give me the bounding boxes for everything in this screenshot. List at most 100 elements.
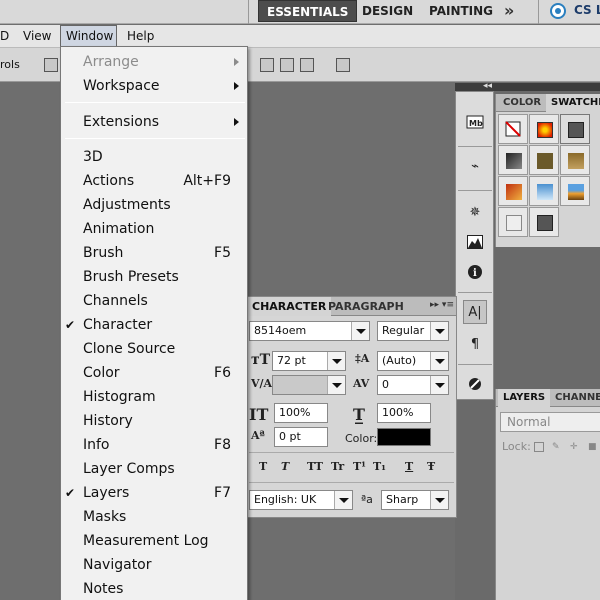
menu-item-color[interactable]: Color F6	[61, 361, 247, 385]
collapse-icon[interactable]: ◂◂	[483, 81, 492, 91]
chevron-down-icon[interactable]	[327, 352, 345, 370]
chevron-down-icon[interactable]	[430, 322, 448, 340]
menu-item-histogram[interactable]: Histogram	[61, 385, 247, 409]
cs-live-label[interactable]: CS Li	[574, 3, 600, 17]
chevron-down-icon[interactable]	[334, 491, 352, 509]
menu-item-actions[interactable]: Actions Alt+F9	[61, 169, 247, 193]
navigator-icon[interactable]: ✵	[463, 200, 487, 224]
menu-item-workspace[interactable]: Workspace	[61, 74, 247, 98]
mini-bridge-icon[interactable]: Mb	[463, 110, 487, 134]
character-icon[interactable]: A|	[463, 300, 487, 324]
horizontal-scale-field[interactable]: 100%	[377, 403, 431, 423]
menu-window[interactable]: Window	[60, 25, 117, 47]
divider	[458, 146, 492, 147]
menu-item-character[interactable]: ✔ Character	[61, 313, 247, 337]
swatch-sky[interactable]	[529, 176, 559, 206]
tab-paragraph[interactable]: PARAGRAPH	[323, 297, 409, 316]
histogram-icon[interactable]	[463, 230, 487, 254]
swatch-dark-gradient[interactable]	[498, 145, 528, 175]
swatch-sunset[interactable]	[560, 176, 590, 206]
menu-3d[interactable]: D	[0, 25, 14, 47]
superscript-button[interactable]: T¹	[353, 460, 366, 473]
distribute-center-icon[interactable]	[280, 58, 294, 72]
more-workspaces-icon[interactable]: »	[504, 0, 514, 22]
auto-align-icon[interactable]	[336, 58, 350, 72]
cs-live-icon[interactable]	[550, 3, 566, 19]
leading-field[interactable]: (Auto)	[377, 351, 449, 371]
workspace-essentials-button[interactable]: ESSENTIALS	[258, 0, 358, 22]
swatch-gold[interactable]	[560, 145, 590, 175]
faux-bold-button[interactable]: T	[259, 460, 267, 473]
swatch-charcoal[interactable]	[529, 207, 559, 237]
menu-item-masks[interactable]: Masks	[61, 505, 247, 529]
antialias-select[interactable]: Sharp	[381, 490, 449, 510]
swatch-orange-gradient[interactable]	[498, 176, 528, 206]
all-caps-button[interactable]: TT	[307, 460, 323, 473]
panel-menu-icon[interactable]: ▸▸ ▾≡	[430, 300, 454, 310]
faux-italic-button[interactable]: T	[281, 460, 289, 473]
tab-color[interactable]: COLOR	[498, 94, 546, 112]
tool-presets-icon[interactable]	[463, 372, 487, 396]
menu-item-layer-comps[interactable]: Layer Comps	[61, 457, 247, 481]
font-family-select[interactable]: 8514oem	[249, 321, 370, 341]
lock-transparency-icon[interactable]	[534, 442, 544, 452]
swatch-none[interactable]	[498, 114, 528, 144]
tracking-field[interactable]: 0	[377, 375, 449, 395]
menu-item-animation[interactable]: Animation	[61, 217, 247, 241]
swatch-white[interactable]	[498, 207, 528, 237]
menu-item-brush-presets[interactable]: Brush Presets	[61, 265, 247, 289]
menu-item-3d[interactable]: 3D	[61, 145, 247, 169]
strikethrough-button[interactable]: Ŧ	[427, 460, 435, 473]
align-icon[interactable]	[44, 58, 58, 72]
menu-item-arrange[interactable]: Arrange	[61, 50, 247, 74]
underline-button[interactable]: T	[405, 460, 413, 473]
lock-position-icon[interactable]: ✛	[570, 442, 580, 452]
language-select[interactable]: English: UK	[249, 490, 353, 510]
tab-character[interactable]: CHARACTER	[247, 297, 332, 316]
swatch-olive[interactable]	[529, 145, 559, 175]
menu-item-adjustments[interactable]: Adjustments	[61, 193, 247, 217]
tab-channels[interactable]: CHANNE	[550, 389, 600, 407]
tab-swatches[interactable]: SWATCHE	[546, 94, 600, 112]
chevron-down-icon[interactable]	[430, 376, 448, 394]
blend-mode-select[interactable]: Normal	[500, 412, 600, 432]
subscript-button[interactable]: T₁	[373, 460, 386, 473]
vertical-scale-field[interactable]: 100%	[274, 403, 328, 423]
chevron-down-icon[interactable]	[327, 376, 345, 394]
info-icon[interactable]: i	[463, 260, 487, 284]
menu-item-clone-source[interactable]: Clone Source	[61, 337, 247, 361]
chevron-down-icon[interactable]	[430, 491, 448, 509]
menu-item-info[interactable]: Info F8	[61, 433, 247, 457]
kerning-icon: V/A	[251, 377, 273, 390]
menu-item-layers[interactable]: ✔ Layers F7	[61, 481, 247, 505]
menu-view[interactable]: View	[18, 25, 56, 47]
chevron-down-icon[interactable]	[351, 322, 369, 340]
menu-item-notes[interactable]: Notes	[61, 577, 247, 600]
dock-collapse-bar[interactable]: ◂◂	[455, 81, 600, 91]
tab-layers[interactable]: LAYERS	[498, 389, 551, 407]
kerning-field[interactable]	[272, 375, 346, 395]
menu-item-brush[interactable]: Brush F5	[61, 241, 247, 265]
workspace-design-button[interactable]: DESIGN	[362, 0, 413, 22]
history-icon[interactable]: ⌁	[463, 154, 487, 178]
menu-item-extensions[interactable]: Extensions	[61, 110, 247, 134]
font-style-select[interactable]: Regular	[377, 321, 449, 341]
lock-all-icon[interactable]: ■	[588, 442, 598, 452]
menu-item-channels[interactable]: Channels	[61, 289, 247, 313]
workspace-painting-button[interactable]: PAINTING	[429, 0, 493, 22]
small-caps-button[interactable]: Tr	[331, 460, 344, 473]
distribute-right-icon[interactable]	[300, 58, 314, 72]
menu-item-navigator[interactable]: Navigator	[61, 553, 247, 577]
baseline-shift-field[interactable]: 0 pt	[274, 427, 328, 447]
lock-pixels-icon[interactable]: ✎	[552, 442, 562, 452]
chevron-down-icon[interactable]	[430, 352, 448, 370]
menu-help[interactable]: Help	[122, 25, 159, 47]
paragraph-icon[interactable]: ¶	[463, 332, 487, 356]
font-size-field[interactable]: 72 pt	[272, 351, 346, 371]
menu-item-history[interactable]: History	[61, 409, 247, 433]
menu-item-measurement-log[interactable]: Measurement Log	[61, 529, 247, 553]
swatch-gray[interactable]	[560, 114, 590, 144]
text-color-swatch[interactable]	[377, 428, 431, 446]
distribute-left-icon[interactable]	[260, 58, 274, 72]
swatch-red-glow[interactable]	[529, 114, 559, 144]
